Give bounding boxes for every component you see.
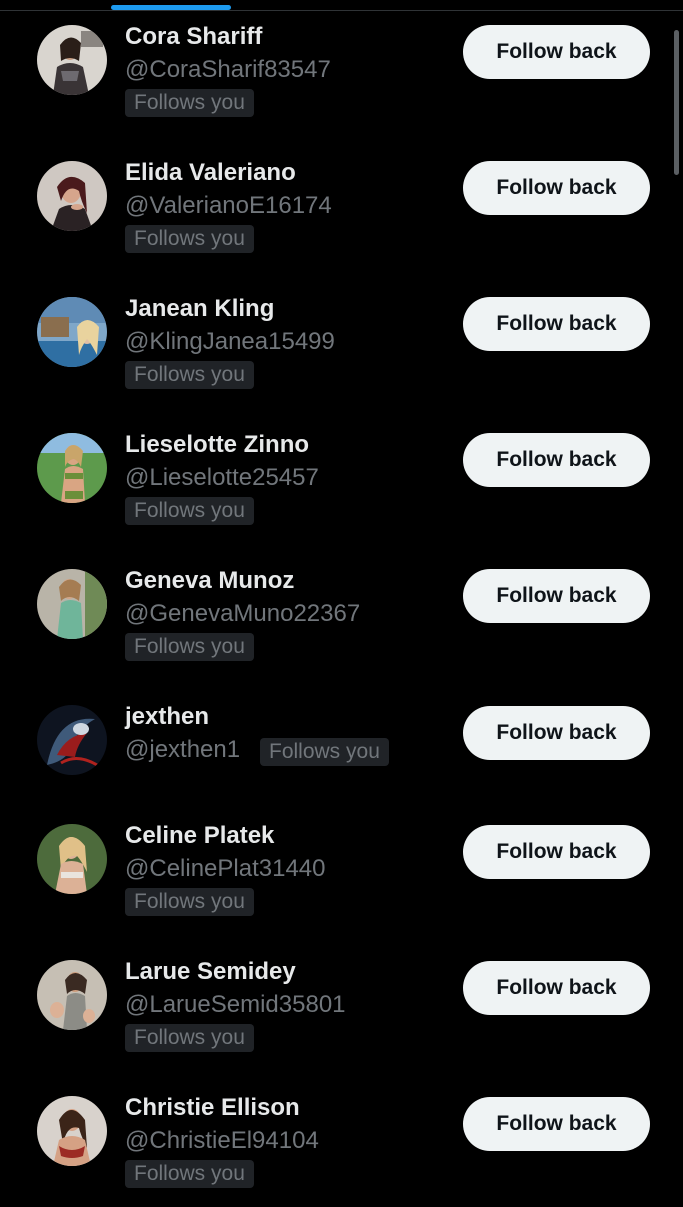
user-handle[interactable]: @LarueSemid35801 — [125, 990, 346, 1020]
follows-you-badge: Follows you — [125, 225, 254, 253]
avatar[interactable] — [37, 569, 107, 639]
display-name[interactable]: Geneva Munoz — [125, 566, 294, 596]
display-name[interactable]: Cora Shariff — [125, 22, 262, 52]
user-handle[interactable]: @GenevaMuno22367 — [125, 599, 360, 629]
follows-you-badge: Follows you — [125, 888, 254, 916]
follower-row[interactable]: Janean Kling @KlingJanea15499 Follows yo… — [0, 272, 683, 408]
avatar[interactable] — [37, 1096, 107, 1166]
followers-list: Cora Shariff @CoraSharif83547 Follows yo… — [0, 0, 683, 1200]
follower-row[interactable]: Celine Platek @CelinePlat31440 Follows y… — [0, 799, 683, 935]
avatar[interactable] — [37, 824, 107, 894]
follow-back-button[interactable]: Follow back — [463, 433, 650, 487]
follows-you-badge: Follows you — [125, 361, 254, 389]
user-handle[interactable]: @Lieselotte25457 — [125, 463, 319, 493]
user-handle[interactable]: @CoraSharif83547 — [125, 55, 331, 85]
follower-row[interactable]: Geneva Munoz @GenevaMuno22367 Follows yo… — [0, 544, 683, 680]
follow-back-button[interactable]: Follow back — [463, 1097, 650, 1151]
follows-you-badge: Follows you — [125, 1160, 254, 1188]
follows-you-badge: Follows you — [125, 1024, 254, 1052]
user-handle[interactable]: @ChristieEl94104 — [125, 1126, 319, 1156]
follows-you-badge: Follows you — [125, 633, 254, 661]
follow-back-button[interactable]: Follow back — [463, 706, 650, 760]
avatar[interactable] — [37, 297, 107, 367]
user-handle[interactable]: @KlingJanea15499 — [125, 327, 335, 357]
display-name[interactable]: Lieselotte Zinno — [125, 430, 309, 460]
user-handle[interactable]: @jexthen1 — [125, 735, 240, 765]
avatar[interactable] — [37, 433, 107, 503]
follows-you-badge: Follows you — [260, 738, 389, 766]
display-name[interactable]: Celine Platek — [125, 821, 274, 851]
scrollbar[interactable] — [674, 30, 679, 175]
display-name[interactable]: Elida Valeriano — [125, 158, 296, 188]
avatar[interactable] — [37, 960, 107, 1030]
user-handle[interactable]: @ValerianoE16174 — [125, 191, 332, 221]
display-name[interactable]: jexthen — [125, 702, 209, 732]
display-name[interactable]: Janean Kling — [125, 294, 274, 324]
follow-back-button[interactable]: Follow back — [463, 161, 650, 215]
follower-row[interactable]: jexthen @jexthen1 Follows you Follow bac… — [0, 680, 683, 816]
display-name[interactable]: Larue Semidey — [125, 957, 296, 987]
follows-you-badge: Follows you — [125, 497, 254, 525]
avatar[interactable] — [37, 161, 107, 231]
avatar[interactable] — [37, 25, 107, 95]
follow-back-button[interactable]: Follow back — [463, 297, 650, 351]
avatar[interactable] — [37, 705, 107, 775]
user-handle[interactable]: @CelinePlat31440 — [125, 854, 326, 884]
follows-you-badge: Follows you — [125, 89, 254, 117]
follow-back-button[interactable]: Follow back — [463, 25, 650, 79]
follower-row[interactable]: Christie Ellison @ChristieEl94104 Follow… — [0, 1071, 683, 1207]
display-name[interactable]: Christie Ellison — [125, 1093, 300, 1123]
follower-row[interactable]: Larue Semidey @LarueSemid35801 Follows y… — [0, 935, 683, 1071]
follow-back-button[interactable]: Follow back — [463, 825, 650, 879]
follow-back-button[interactable]: Follow back — [463, 569, 650, 623]
follower-row[interactable]: Elida Valeriano @ValerianoE16174 Follows… — [0, 136, 683, 272]
follower-row[interactable]: Lieselotte Zinno @Lieselotte25457 Follow… — [0, 408, 683, 544]
follow-back-button[interactable]: Follow back — [463, 961, 650, 1015]
follower-row[interactable]: Cora Shariff @CoraSharif83547 Follows yo… — [0, 0, 683, 136]
